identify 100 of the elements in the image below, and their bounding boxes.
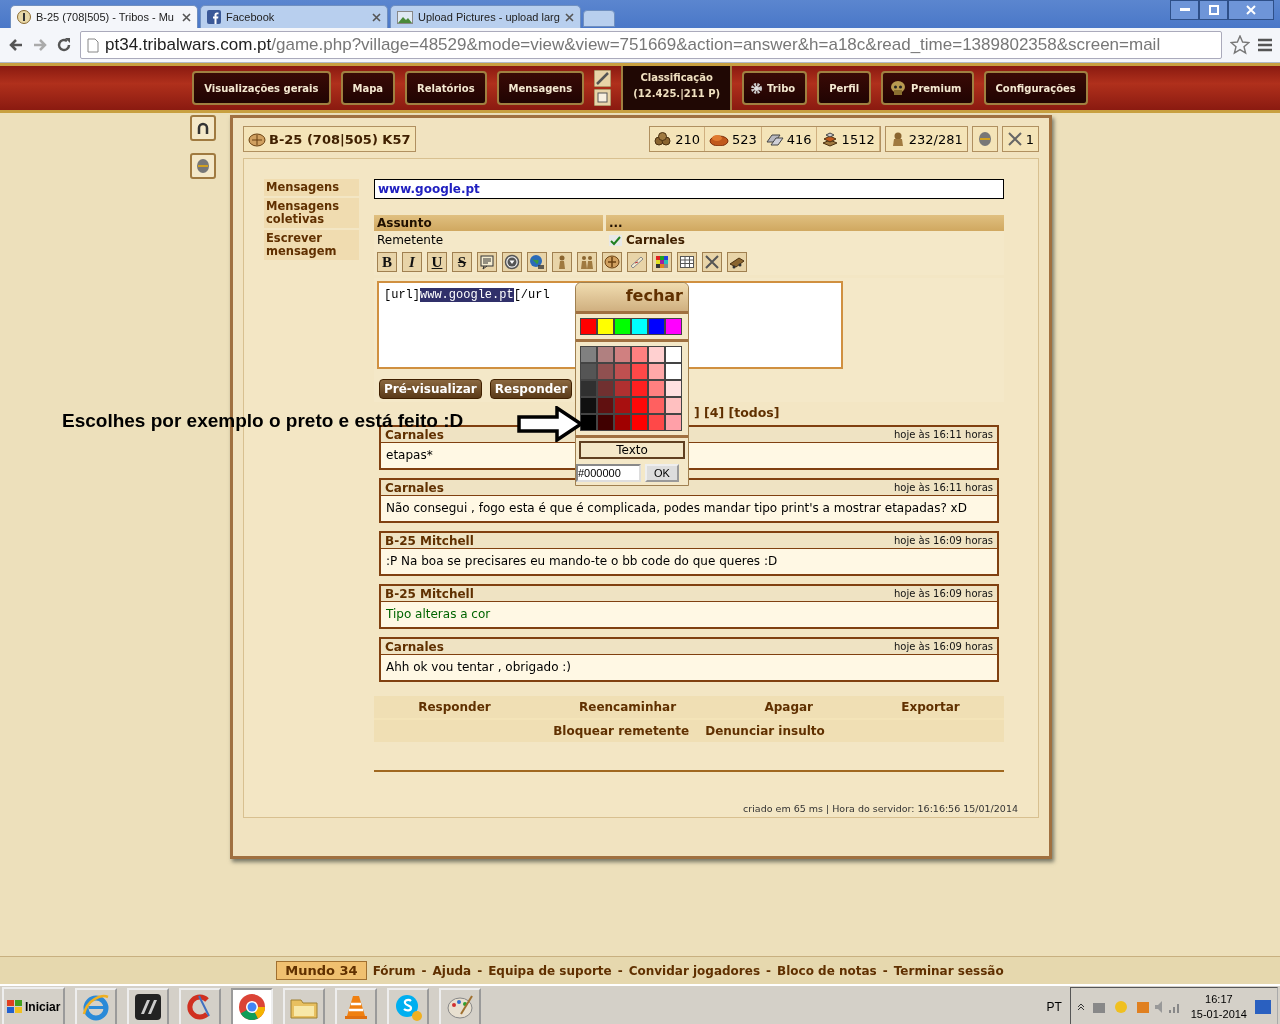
color-swatch[interactable] (665, 397, 682, 414)
nav-button[interactable]: Perfil (817, 71, 872, 105)
chevron-up-icon[interactable] (1076, 1003, 1085, 1011)
color-swatch[interactable] (665, 318, 682, 335)
color-swatch[interactable] (631, 397, 648, 414)
footer-link[interactable]: Equipa de suporte (488, 963, 612, 978)
color-swatch[interactable] (631, 380, 648, 397)
close-link[interactable]: fechar (576, 283, 688, 311)
color-swatch[interactable] (580, 363, 597, 380)
color-swatch[interactable] (614, 414, 631, 431)
sidebar-item[interactable]: Escrever mensagem (264, 230, 359, 260)
color-swatch[interactable] (614, 318, 631, 335)
color-swatch[interactable] (648, 380, 665, 397)
color-grid-icon[interactable] (652, 252, 672, 272)
format-button[interactable]: S (452, 252, 472, 272)
color-swatch[interactable] (597, 414, 614, 431)
footer-link[interactable]: Ajuda (432, 963, 472, 978)
nav-button[interactable]: Premium (881, 71, 974, 105)
maximize-button[interactable] (1199, 0, 1228, 20)
action-link[interactable]: Apagar (764, 700, 813, 714)
color-swatch[interactable] (665, 346, 682, 363)
table-icon[interactable] (677, 252, 697, 272)
pawn-figure-icon[interactable] (552, 252, 572, 272)
nav-button[interactable]: Tribo (742, 71, 808, 105)
nav-button[interactable]: Visualizações gerais (192, 71, 331, 105)
color-swatch[interactable] (631, 346, 648, 363)
figures-group-icon[interactable] (577, 252, 597, 272)
color-swatch[interactable] (614, 397, 631, 414)
taskbar-app-button[interactable] (127, 988, 170, 1024)
footer-link[interactable]: Bloco de notas (777, 963, 877, 978)
color-swatch[interactable] (648, 397, 665, 414)
scroll-icon[interactable] (627, 252, 647, 272)
helmet-icon[interactable] (971, 126, 998, 152)
format-button[interactable]: I (402, 252, 422, 272)
village-label[interactable]: B-25 (708|505) K57 (243, 126, 416, 152)
color-swatch[interactable] (580, 346, 597, 363)
footer-link[interactable]: Convidar jogadores (628, 963, 761, 978)
close-window-button[interactable] (1228, 0, 1274, 20)
color-swatch[interactable] (597, 363, 614, 380)
color-swatch[interactable] (648, 414, 665, 431)
forward-icon[interactable] (32, 37, 48, 53)
browser-tab[interactable]: Facebook (200, 5, 388, 28)
color-swatch[interactable] (631, 363, 648, 380)
action-link[interactable]: Denunciar insulto (705, 724, 825, 738)
color-swatch[interactable] (580, 318, 597, 335)
color-swatch[interactable] (648, 318, 665, 335)
dropdown-circle-icon[interactable] (502, 252, 522, 272)
address-bar[interactable]: pt34.tribalwars.com.pt/game.php?village=48529&mode=view&view=751669&action=answer&h=a18c&read_time=1389802358&screen=mail (80, 31, 1222, 59)
new-tab-button[interactable] (582, 10, 615, 27)
attack-counter[interactable]: 1 (1001, 126, 1039, 152)
globe-link-icon[interactable] (527, 252, 547, 272)
speech-note-icon[interactable] (477, 252, 497, 272)
action-link[interactable]: Responder (418, 700, 491, 714)
browser-tab[interactable]: Upload Pictures - upload larg (390, 5, 581, 28)
close-icon[interactable] (564, 12, 574, 22)
format-button[interactable]: B (377, 252, 397, 272)
close-icon[interactable] (372, 12, 381, 22)
nav-button[interactable]: Mensagens (496, 71, 585, 105)
footer-link[interactable]: Terminar sessão (893, 963, 1004, 978)
color-swatch[interactable] (665, 414, 682, 431)
color-swatch[interactable] (580, 397, 597, 414)
color-swatch[interactable] (631, 318, 648, 335)
minimize-button[interactable] (1170, 0, 1199, 20)
menu-icon[interactable] (1258, 38, 1272, 52)
ok-button[interactable]: OK (645, 464, 679, 482)
nav-button[interactable]: Relatórios (405, 71, 487, 105)
message-author[interactable]: B-25 Mitchell (385, 586, 474, 601)
message-author[interactable]: B-25 Mitchell (385, 533, 474, 548)
close-icon[interactable] (182, 12, 191, 22)
color-swatch[interactable] (665, 380, 682, 397)
ranking-panel[interactable]: Classificação (12.425.|211 P) (621, 66, 733, 110)
sidebar-item[interactable]: Mensagens (264, 179, 359, 196)
back-icon[interactable] (8, 37, 24, 53)
color-swatch[interactable] (597, 397, 614, 414)
message-author[interactable]: Carnales (385, 480, 444, 495)
message-author[interactable]: Carnales (385, 427, 444, 442)
mode-label[interactable]: Texto (579, 441, 685, 459)
action-link[interactable]: Bloquear remetente (553, 724, 690, 738)
browser-tab[interactable]: B-25 (708|505) - Tribos - Mu (10, 5, 198, 28)
crossed-swords-icon[interactable] (702, 252, 722, 272)
color-swatch[interactable] (580, 380, 597, 397)
star-icon[interactable] (1230, 35, 1250, 55)
color-swatch[interactable] (597, 346, 614, 363)
color-swatch[interactable] (665, 363, 682, 380)
sidebar-item[interactable]: Mensagens coletivas (264, 198, 359, 228)
color-swatch[interactable] (597, 318, 614, 335)
thread-links[interactable]: ] [4] [todos] (694, 405, 1004, 425)
color-swatch[interactable] (597, 380, 614, 397)
color-swatch[interactable] (614, 363, 631, 380)
action-link[interactable]: Reencaminhar (579, 700, 677, 714)
subject-field[interactable]: www.google.pt (374, 179, 1004, 199)
color-swatch[interactable] (648, 363, 665, 380)
color-swatch[interactable] (614, 380, 631, 397)
format-button[interactable]: U (427, 252, 447, 272)
form-button[interactable]: Pré-visualizar (379, 379, 482, 399)
sender-name[interactable]: Carnales (626, 233, 685, 247)
village-emblem-icon[interactable] (602, 252, 622, 272)
helmet-button[interactable] (190, 153, 216, 179)
nav-button[interactable]: Configurações (983, 71, 1088, 105)
message-author[interactable]: Carnales (385, 639, 444, 654)
